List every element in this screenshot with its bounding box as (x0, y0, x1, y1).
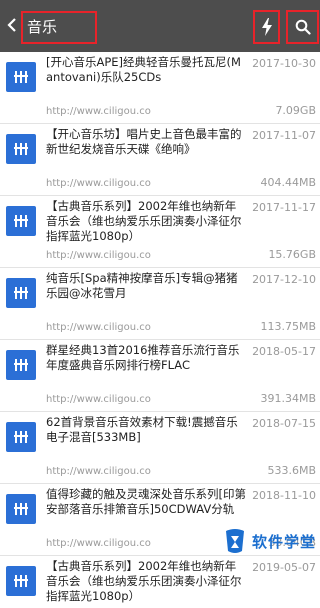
result-title[interactable]: 【开心音乐坊】唱片史上音色最丰富的新世纪发烧音乐天碟《绝响》 (46, 127, 246, 157)
result-url: http://www.ciligou.co (46, 394, 151, 405)
magnet-file-icon (6, 350, 36, 380)
watermark-logo-icon (222, 527, 248, 555)
result-size: 404.44MB (260, 176, 316, 189)
top-bar: 音乐 (0, 0, 320, 52)
result-date: 2017-12-10 (252, 273, 316, 286)
result-date: 2017-11-17 (252, 201, 316, 214)
result-date: 2018-11-10 (252, 489, 316, 502)
list-item[interactable]: 【古典音乐系列】2002年维也纳新年音乐会（维也纳爱乐乐团演奏小泽征尔指挥蓝光1… (0, 196, 320, 268)
result-title[interactable]: 【古典音乐系列】2002年维也纳新年音乐会（维也纳爱乐乐团演奏小泽征尔指挥蓝光1… (46, 559, 246, 604)
result-date: 2017-10-30 (252, 57, 316, 70)
result-url: http://www.ciligou.co (46, 322, 151, 333)
list-item[interactable]: 群星经典13首2016推荐音乐流行音乐年度盛典音乐网排行榜FLAC 2018-0… (0, 340, 320, 412)
magnet-file-icon (6, 494, 36, 524)
list-item[interactable]: 纯音乐[Spa精神按摩音乐]专辑@猪猪乐园@冰花雪月 2017-12-10 ht… (0, 268, 320, 340)
magnet-file-icon (6, 566, 36, 596)
site-watermark: 软件学堂 (222, 524, 318, 558)
result-title[interactable]: 群星经典13首2016推荐音乐流行音乐年度盛典音乐网排行榜FLAC (46, 343, 246, 373)
search-input[interactable]: 音乐 (21, 11, 97, 44)
result-url: http://www.ciligou.co (46, 106, 151, 117)
result-size: 7.09GB (275, 104, 316, 117)
result-url: http://www.ciligou.co (46, 178, 151, 189)
magnet-file-icon (6, 62, 36, 92)
result-title[interactable]: [开心音乐APE]经典轻音乐曼托瓦尼(Mantovani)乐队25CDs (46, 55, 246, 85)
result-title[interactable]: 【古典音乐系列】2002年维也纳新年音乐会（维也纳爱乐乐团演奏小泽征尔指挥蓝光1… (46, 199, 246, 244)
list-item[interactable]: 【开心音乐坊】唱片史上音色最丰富的新世纪发烧音乐天碟《绝响》 2017-11-0… (0, 124, 320, 196)
lightning-icon (261, 18, 273, 36)
back-chevron-icon[interactable] (4, 14, 20, 36)
result-size: 391.34MB (260, 392, 316, 405)
result-size: 15.76GB (268, 248, 316, 261)
flash-button[interactable] (253, 10, 280, 44)
result-url: http://www.ciligou.co (46, 538, 151, 549)
magnet-file-icon (6, 206, 36, 236)
magnet-file-icon (6, 134, 36, 164)
magnet-file-icon (6, 278, 36, 308)
result-title[interactable]: 62首背景音乐音效素材下载!震撼音乐电子混音[533MB] (46, 415, 246, 445)
result-title[interactable]: 纯音乐[Spa精神按摩音乐]专辑@猪猪乐园@冰花雪月 (46, 271, 246, 301)
result-size: 113.75MB (260, 320, 316, 333)
result-date: 2019-05-07 (252, 561, 316, 574)
result-date: 2018-07-15 (252, 417, 316, 430)
list-item[interactable]: [开心音乐APE]经典轻音乐曼托瓦尼(Mantovani)乐队25CDs 201… (0, 52, 320, 124)
result-date: 2017-11-07 (252, 129, 316, 142)
magnet-file-icon (6, 422, 36, 452)
list-item[interactable]: 62首背景音乐音效素材下载!震撼音乐电子混音[533MB] 2018-07-15… (0, 412, 320, 484)
result-title[interactable]: 值得珍藏的触及灵魂深处音乐系列[印第安部落音乐排箫音乐]50CDWAV分轨 (46, 487, 246, 517)
result-url: http://www.ciligou.co (46, 250, 151, 261)
search-button[interactable] (286, 10, 319, 44)
watermark-text: 软件学堂 (252, 531, 316, 552)
list-item[interactable]: 【古典音乐系列】2002年维也纳新年音乐会（维也纳爱乐乐团演奏小泽征尔指挥蓝光1… (0, 556, 320, 608)
result-url: http://www.ciligou.co (46, 466, 151, 477)
result-size: 533.6MB (267, 464, 316, 477)
search-icon (295, 19, 311, 35)
result-date: 2018-05-17 (252, 345, 316, 358)
